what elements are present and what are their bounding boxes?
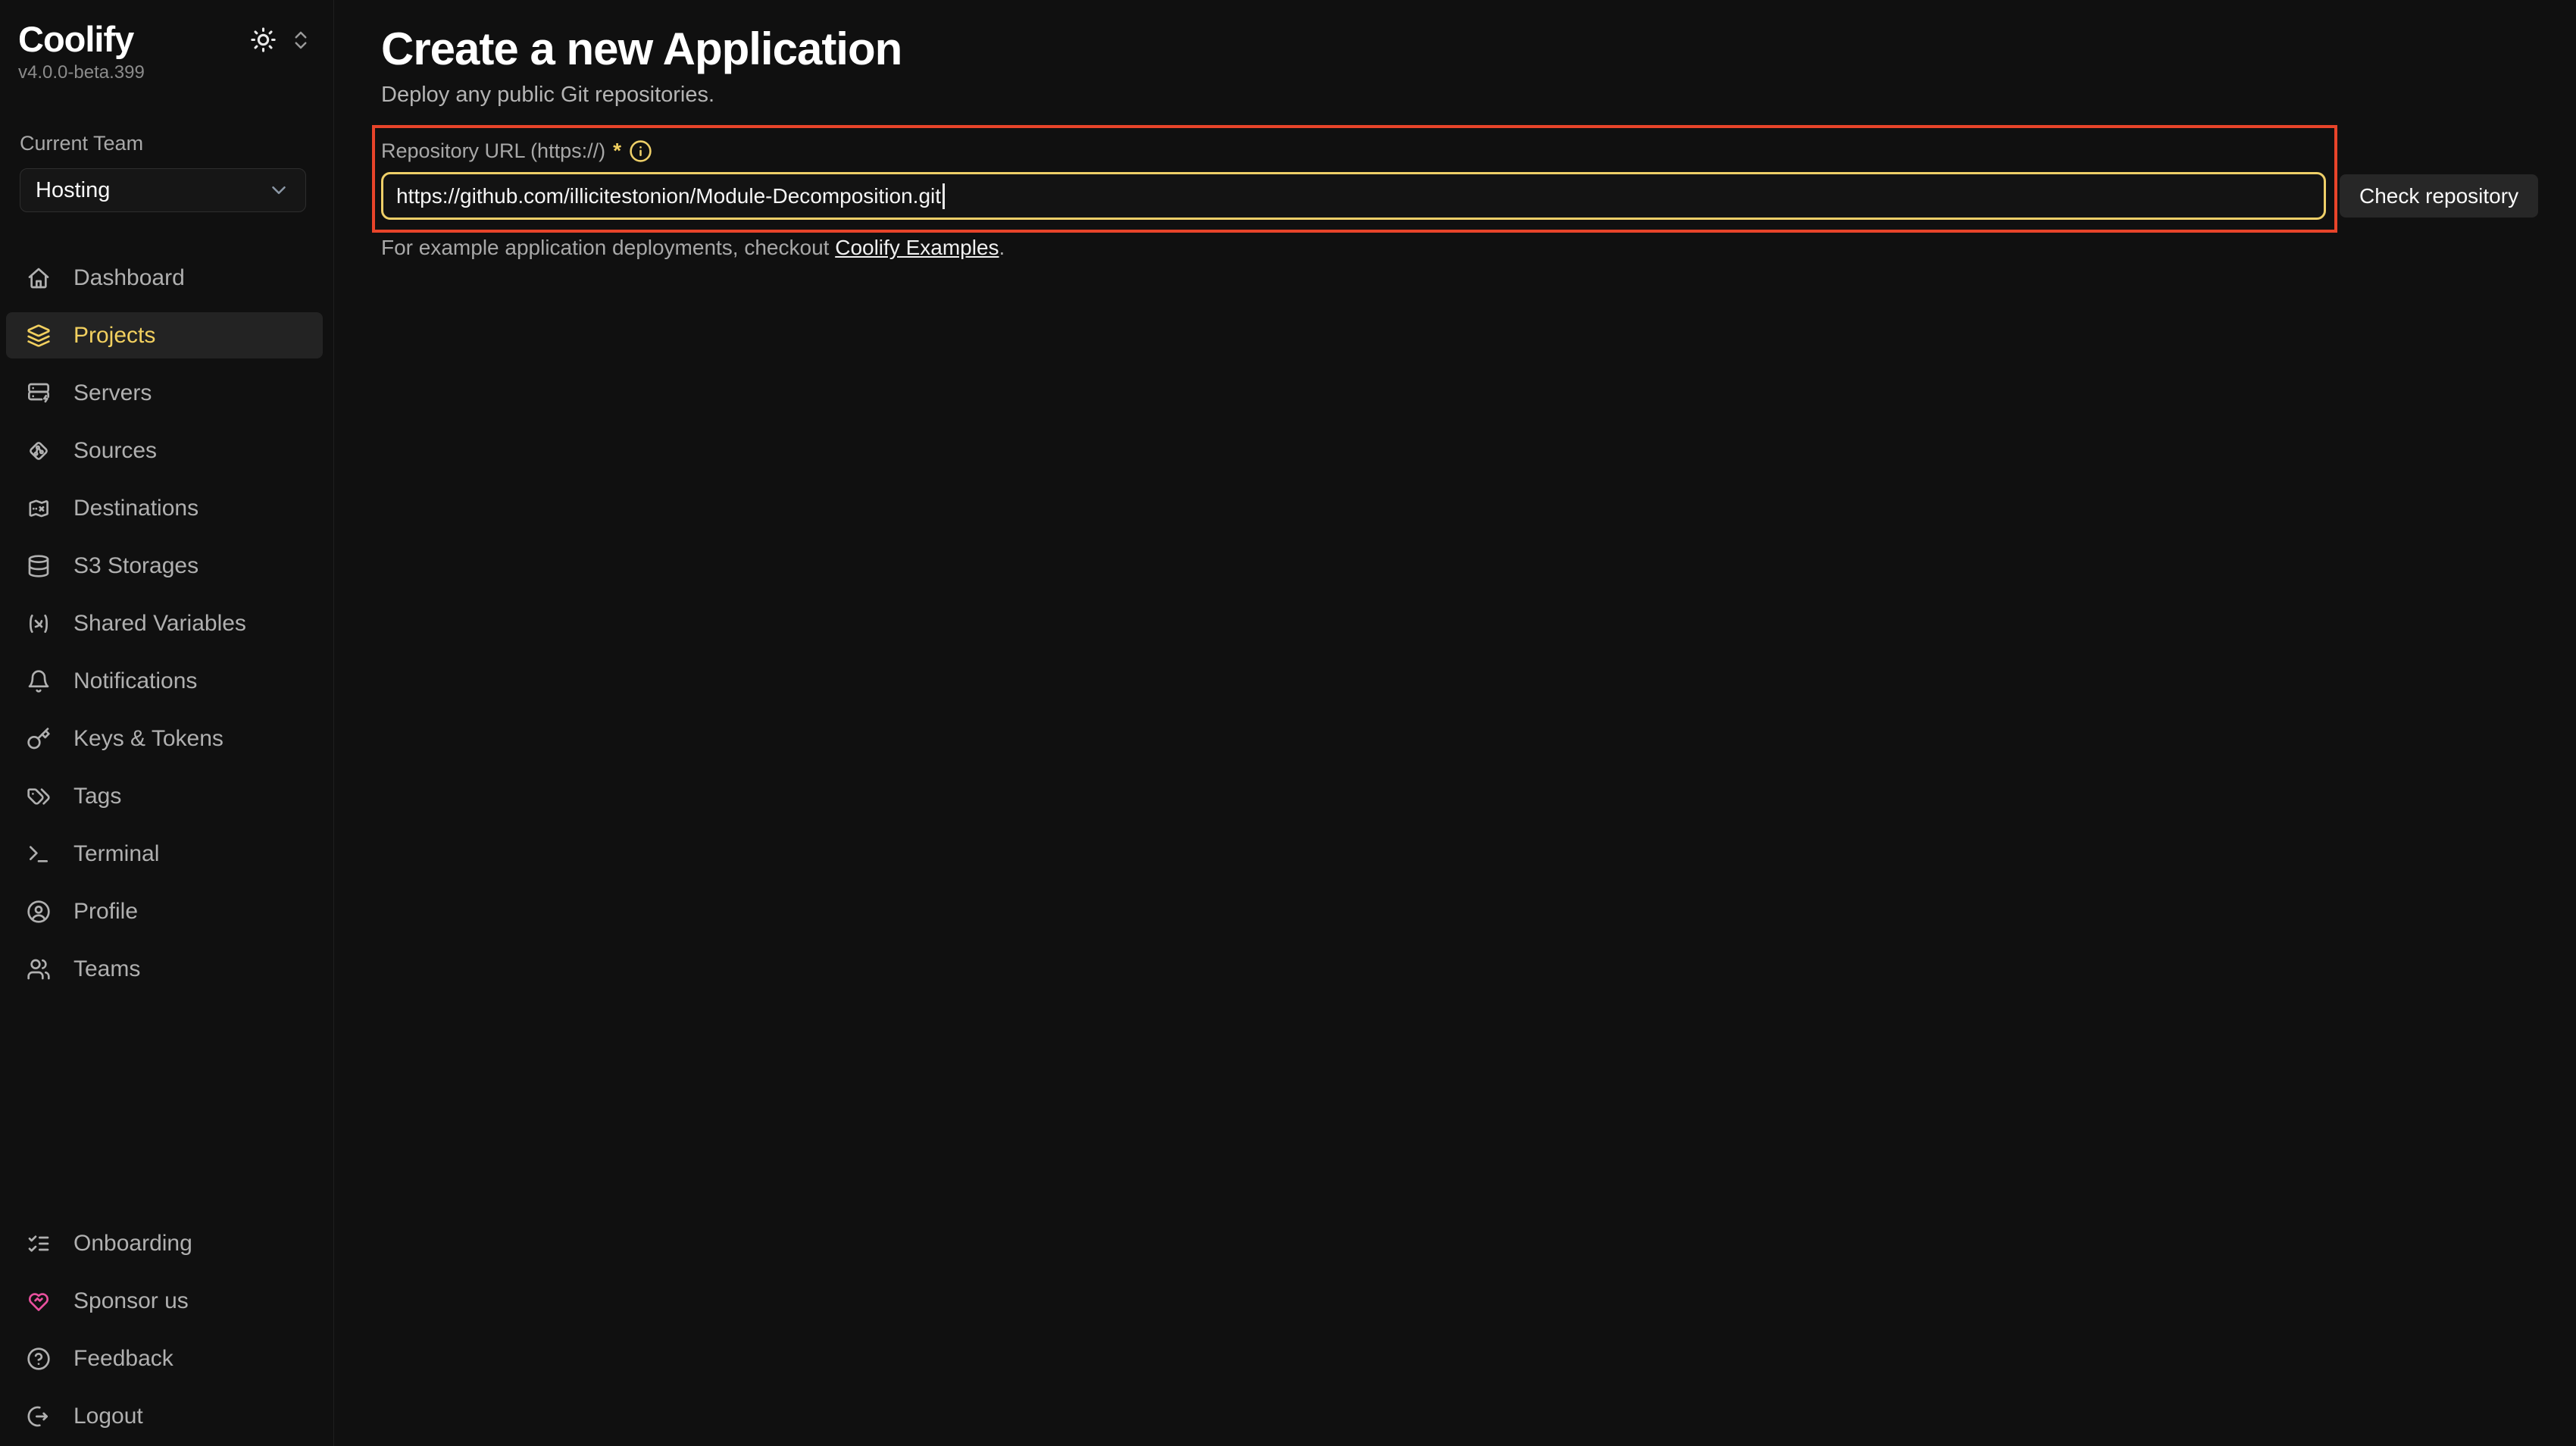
app-version: v4.0.0-beta.399 (18, 62, 312, 83)
team-block: Current Team Hosting (0, 83, 333, 212)
sidebar: Coolify v4.0.0-beta.399 Current Team Hos… (0, 0, 334, 1446)
checklist-icon (27, 1232, 51, 1256)
sidebar-item-sources[interactable]: Sources (6, 427, 323, 474)
layers-icon (27, 324, 51, 348)
sidebar-item-label: Profile (73, 899, 138, 925)
user-circle-icon (27, 900, 51, 924)
sidebar-item-sponsor-us[interactable]: Sponsor us (6, 1278, 323, 1324)
heart-hands-icon (27, 1289, 51, 1313)
required-marker: * (613, 139, 621, 163)
helper-text: For example application deployments, che… (381, 234, 2576, 261)
app-window: Coolify v4.0.0-beta.399 Current Team Hos… (0, 0, 2576, 1446)
repo-url-label-row: Repository URL (https://) * (381, 138, 2576, 164)
coolify-examples-link[interactable]: Coolify Examples (835, 236, 999, 259)
sidebar-item-onboarding[interactable]: Onboarding (6, 1220, 323, 1266)
repo-url-label: Repository URL (https://) (381, 139, 605, 163)
sidebar-item-teams[interactable]: Teams (6, 946, 323, 992)
sidebar-item-profile[interactable]: Profile (6, 888, 323, 934)
main-content: Create a new Application Deploy any publ… (334, 0, 2576, 1446)
sidebar-item-shared-variables[interactable]: Shared Variables (6, 600, 323, 646)
database-icon (27, 554, 51, 578)
sidebar-item-terminal[interactable]: Terminal (6, 831, 323, 877)
helper-suffix: . (999, 236, 1005, 259)
sidebar-item-label: Shared Variables (73, 611, 246, 637)
page-title: Create a new Application (381, 23, 2576, 76)
sidebar-nav: Dashboard Projects Servers Sources Destinati… (6, 255, 323, 992)
sidebar-item-label: Logout (73, 1404, 143, 1429)
sidebar-item-label: Teams (73, 956, 140, 982)
team-select-value: Hosting (36, 178, 110, 203)
sidebar-item-projects[interactable]: Projects (6, 312, 323, 358)
help-circle-icon (27, 1347, 51, 1371)
chevrons-up-down-icon[interactable] (289, 29, 312, 52)
tags-icon (27, 784, 51, 809)
sidebar-item-servers[interactable]: Servers (6, 370, 323, 416)
sidebar-header: Coolify v4.0.0-beta.399 (0, 0, 333, 83)
bell-icon (27, 669, 51, 693)
sidebar-item-label: Feedback (73, 1346, 174, 1372)
check-repository-button[interactable]: Check repository (2340, 174, 2538, 218)
repository-url-input[interactable]: https://github.com/illicitestonion/Modul… (381, 172, 2326, 220)
terminal-icon (27, 842, 51, 866)
helper-prefix: For example application deployments, che… (381, 236, 835, 259)
key-icon (27, 727, 51, 751)
page-subtitle: Deploy any public Git repositories. (381, 80, 2576, 109)
sidebar-item-label: Projects (73, 323, 155, 349)
sidebar-item-label: Sources (73, 438, 157, 464)
git-icon (27, 439, 51, 463)
sidebar-item-label: Notifications (73, 668, 197, 694)
sidebar-item-label: Keys & Tokens (73, 726, 224, 752)
app-logo: Coolify (18, 20, 133, 59)
sidebar-item-dashboard[interactable]: Dashboard (6, 255, 323, 301)
sidebar-item-destinations[interactable]: Destinations (6, 485, 323, 531)
sidebar-footer-nav: Onboarding Sponsor us Feedback Logout (6, 1220, 323, 1439)
logout-icon (27, 1404, 51, 1429)
sidebar-item-notifications[interactable]: Notifications (6, 658, 323, 704)
repository-url-value: https://github.com/illicitestonion/Modul… (396, 184, 941, 208)
repo-url-input-row: https://github.com/illicitestonion/Modul… (381, 172, 2576, 220)
sidebar-item-label: S3 Storages (73, 553, 199, 579)
sidebar-item-label: Tags (73, 784, 121, 809)
sidebar-item-label: Destinations (73, 496, 199, 521)
sidebar-item-feedback[interactable]: Feedback (6, 1335, 323, 1382)
sun-icon[interactable] (249, 26, 277, 54)
sidebar-item-s3-storages[interactable]: S3 Storages (6, 543, 323, 589)
sidebar-item-label: Terminal (73, 841, 159, 867)
home-icon (27, 266, 51, 290)
text-caret (943, 183, 945, 209)
sidebar-item-label: Dashboard (73, 265, 185, 291)
sidebar-item-label: Onboarding (73, 1231, 192, 1257)
team-select[interactable]: Hosting (20, 168, 306, 212)
sidebar-item-keys-tokens[interactable]: Keys & Tokens (6, 715, 323, 762)
server-icon (27, 381, 51, 405)
chevron-down-icon (267, 179, 290, 202)
sidebar-item-label: Sponsor us (73, 1288, 189, 1314)
users-icon (27, 957, 51, 981)
sidebar-item-logout[interactable]: Logout (6, 1393, 323, 1439)
info-icon[interactable] (629, 139, 652, 163)
sidebar-item-tags[interactable]: Tags (6, 773, 323, 819)
variable-icon (27, 612, 51, 636)
current-team-label: Current Team (20, 130, 306, 156)
map-x-icon (27, 496, 51, 521)
sidebar-item-label: Servers (73, 380, 152, 406)
